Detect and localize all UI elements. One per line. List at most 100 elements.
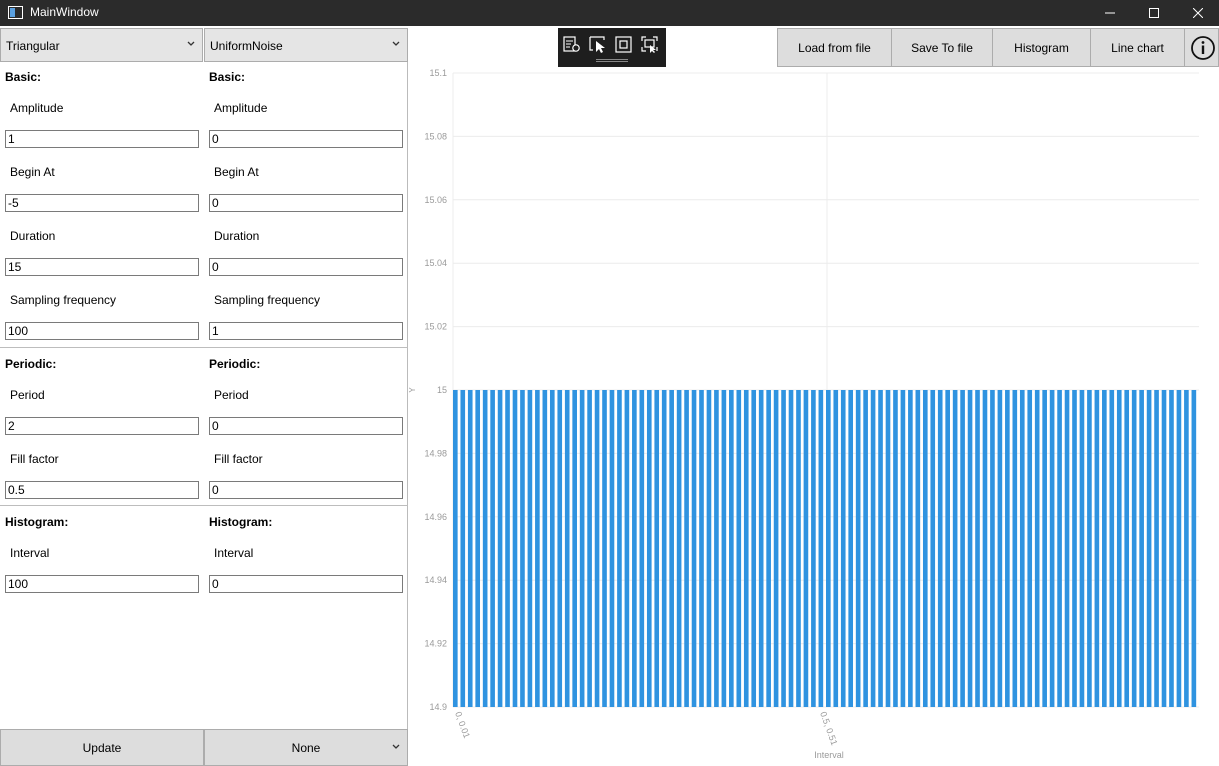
histogram-button-label: Histogram [1014,40,1069,55]
minimize-button[interactable] [1087,0,1133,26]
update-button-label: Update [82,740,122,755]
right-begin-input[interactable] [209,194,403,212]
screenshot-icon[interactable] [641,36,659,53]
right-interval-input[interactable] [209,575,403,593]
right-signal-type-select[interactable]: UniformNoise [204,28,408,62]
right-signal-type-value: UniformNoise [210,39,283,53]
histogram-bar [796,390,801,707]
histogram-bar [490,390,495,707]
histogram-bar [1102,390,1107,707]
histogram-bar [1161,390,1167,707]
left-fill-input[interactable] [5,481,199,499]
histogram-bar [1087,390,1092,707]
histogram-bar [840,390,846,707]
histogram-bar [505,390,510,707]
histogram-bar [706,390,712,707]
histogram-bar [1019,390,1025,707]
histogram-bar [1169,390,1174,707]
y-tick-label: 15.08 [424,131,447,141]
histogram-bar [818,390,824,707]
histogram-bar [512,390,518,707]
histogram-bar [766,390,771,707]
minimize-icon [1105,12,1115,14]
right-fill-input[interactable] [209,481,403,499]
histogram-bar [900,390,906,707]
histogram-bar [930,390,936,707]
histogram-bar [1094,390,1100,707]
histogram-bar [729,390,734,707]
histogram-bar [1027,390,1033,707]
update-button[interactable]: Update [0,729,204,766]
histogram-bar [1124,390,1130,707]
histogram-bar [602,390,607,707]
toolbar-grip[interactable] [596,59,628,62]
right-histogram-heading: Histogram: [209,515,273,529]
histogram-bar [1079,390,1085,707]
histogram-bar [915,390,921,707]
histogram-bar [855,390,861,707]
histogram-bar [878,390,883,707]
left-interval-input[interactable] [5,575,199,593]
histogram-bar [549,390,555,707]
load-from-file-button[interactable]: Load from file [777,28,892,67]
right-amplitude-input[interactable] [209,130,403,148]
chart-settings-icon[interactable] [563,36,581,53]
y-tick-label: 15.06 [424,195,447,205]
maximize-button[interactable] [1131,0,1177,26]
close-icon [1193,8,1203,18]
histogram-bar [691,390,697,707]
histogram-bar [773,390,779,707]
close-button[interactable] [1175,0,1219,26]
histogram-bar [781,390,786,707]
left-begin-input[interactable] [5,194,199,212]
save-to-file-button[interactable]: Save To file [891,28,993,67]
histogram-bar [557,390,563,707]
histogram-bar [743,390,749,707]
histogram-bar [497,390,503,707]
zoom-fit-icon[interactable] [615,36,633,53]
histogram-bar [922,390,928,707]
info-button[interactable] [1184,28,1219,67]
chart-panel: Load from file Save To file Histogram Li… [409,28,1219,766]
histogram-bar [564,390,570,707]
right-duration-input[interactable] [209,258,403,276]
histogram-bar [669,390,674,707]
line-chart-button[interactable]: Line chart [1090,28,1185,67]
left-signal-type-select[interactable]: Triangular [0,28,203,62]
right-period-input[interactable] [209,417,403,435]
y-axis-ticks: 15.1 15.08 15.06 15.04 15.02 15 14.98 14.96 14.9… [424,68,447,712]
chevron-down-icon [392,744,400,749]
histogram-bar [467,390,473,707]
left-duration-input[interactable] [5,258,199,276]
histogram-bar [572,390,577,707]
chevron-down-icon [187,41,195,46]
histogram-button[interactable]: Histogram [992,28,1091,67]
y-axis-label: Y [409,387,417,393]
histogram-bar [699,390,704,707]
histogram-bar [833,390,839,707]
histogram-bar [1146,390,1152,707]
x-tick-label: 0.5, 0.51 [818,710,839,746]
y-tick-label: 14.94 [424,575,447,585]
histogram-bar [684,390,689,707]
select-cursor-icon[interactable] [589,36,607,53]
left-period-input[interactable] [5,417,199,435]
left-interval-label: Interval [10,546,50,560]
left-amplitude-label: Amplitude [10,101,64,115]
left-amplitude-input[interactable] [5,130,199,148]
right-fill-label: Fill factor [214,452,263,466]
histogram-bar [646,390,652,707]
histogram-bar [453,390,458,707]
histogram-bar [520,390,525,707]
left-sampling-label: Sampling frequency [10,293,117,307]
histogram-bar [952,390,958,707]
left-histogram-heading: Histogram: [5,515,69,529]
histogram-bar [609,390,615,707]
left-sampling-input[interactable] [5,322,199,340]
operation-select[interactable]: None [204,729,408,766]
histogram-bar [1131,390,1137,707]
right-sampling-input[interactable] [209,322,403,340]
histogram-bar [1116,390,1122,707]
histogram-bar [975,390,980,707]
histogram-chart: 15.1 15.08 15.06 15.04 15.02 15 14.98 14.96 14.9… [409,68,1199,760]
